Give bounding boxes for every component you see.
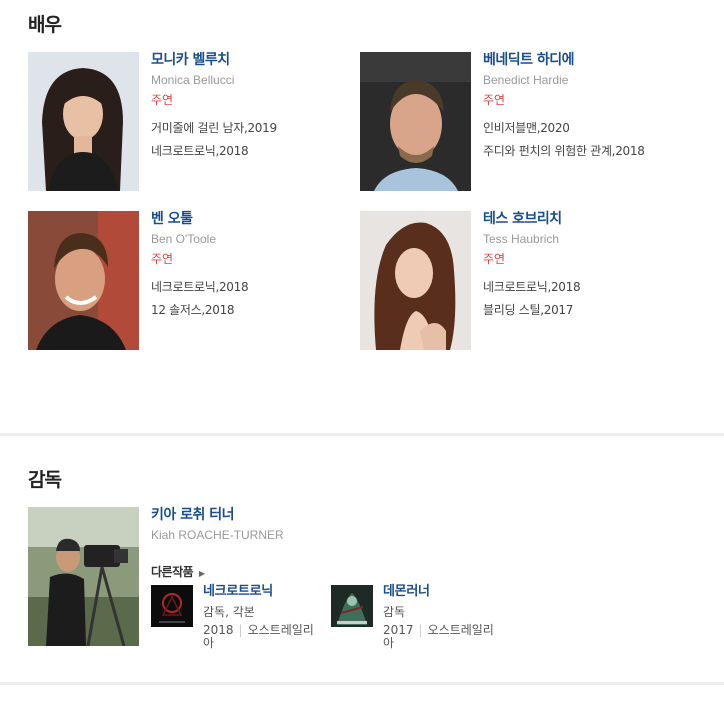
- actor-card: 베네딕트 하디에 Benedict Hardie 주연 인비저블맨,2020 주…: [360, 52, 690, 192]
- director-photo[interactable]: [28, 507, 139, 646]
- section-divider: [0, 682, 724, 685]
- meta-separator: |: [418, 623, 423, 637]
- other-works-link[interactable]: 다른작품 ▶: [151, 563, 205, 580]
- film-role: 감독, 각본: [203, 605, 255, 619]
- actor-work[interactable]: 네크로트로닉,2018: [483, 280, 693, 294]
- director-name-ko[interactable]: 키아 로취 터너: [151, 507, 361, 523]
- actor-role: 주연: [483, 252, 506, 266]
- film-year: 2018: [203, 623, 234, 637]
- film-poster[interactable]: [331, 585, 373, 627]
- director-card: 키아 로취 터너 Kiah ROACHE-TURNER 다른작품 ▶ 네크로트로…: [28, 507, 708, 650]
- film-title[interactable]: 네크로트로닉: [203, 585, 323, 599]
- actors-section-title: 배우: [28, 14, 62, 36]
- actor-photo[interactable]: [360, 52, 471, 191]
- chevron-right-icon: ▶: [198, 569, 205, 578]
- actor-work[interactable]: 12 솔저스,2018: [151, 303, 361, 317]
- actor-work[interactable]: 블리딩 스틸,2017: [483, 303, 693, 317]
- actor-photo[interactable]: [28, 211, 139, 350]
- film-year: 2017: [383, 623, 414, 637]
- actor-work[interactable]: 네크로트로닉,2018: [151, 144, 361, 158]
- actor-role: 주연: [483, 93, 506, 107]
- actor-name-en: Ben O'Toole: [151, 232, 216, 246]
- section-divider: [0, 433, 724, 436]
- actor-role: 주연: [151, 93, 174, 107]
- actor-work[interactable]: 인비저블맨,2020: [483, 121, 693, 135]
- actor-work[interactable]: 주디와 펀치의 위험한 관계,2018: [483, 144, 693, 158]
- actor-name-ko[interactable]: 테스 호브리치: [483, 211, 693, 227]
- director-section-title: 감독: [28, 469, 62, 491]
- film-poster[interactable]: [151, 585, 193, 627]
- actor-card: 테스 호브리치 Tess Haubrich 주연 네크로트로닉,2018 블리딩…: [360, 211, 690, 351]
- other-works-label: 다른작품: [151, 565, 194, 579]
- director-name-en: Kiah ROACHE-TURNER: [151, 528, 284, 542]
- actor-role: 주연: [151, 252, 174, 266]
- film-role: 감독: [383, 605, 406, 619]
- actor-photo[interactable]: [360, 211, 471, 350]
- actor-name-ko[interactable]: 베네딕트 하디에: [483, 52, 693, 68]
- actor-card: 모니카 벨루치 Monica Bellucci 주연 거미줄에 걸린 남자,20…: [28, 52, 358, 192]
- film-title[interactable]: 데몬러너: [383, 585, 503, 599]
- actor-name-ko[interactable]: 벤 오툴: [151, 211, 361, 227]
- actor-card: 벤 오툴 Ben O'Toole 주연 네크로트로닉,2018 12 솔저스,2…: [28, 211, 358, 351]
- actor-work[interactable]: 네크로트로닉,2018: [151, 280, 361, 294]
- actor-name-ko[interactable]: 모니카 벨루치: [151, 52, 361, 68]
- meta-separator: |: [238, 623, 243, 637]
- actor-work[interactable]: 거미줄에 걸린 남자,2019: [151, 121, 361, 135]
- actor-name-en: Monica Bellucci: [151, 73, 235, 87]
- actor-name-en: Benedict Hardie: [483, 73, 569, 87]
- actor-name-en: Tess Haubrich: [483, 232, 560, 246]
- actor-photo[interactable]: [28, 52, 139, 191]
